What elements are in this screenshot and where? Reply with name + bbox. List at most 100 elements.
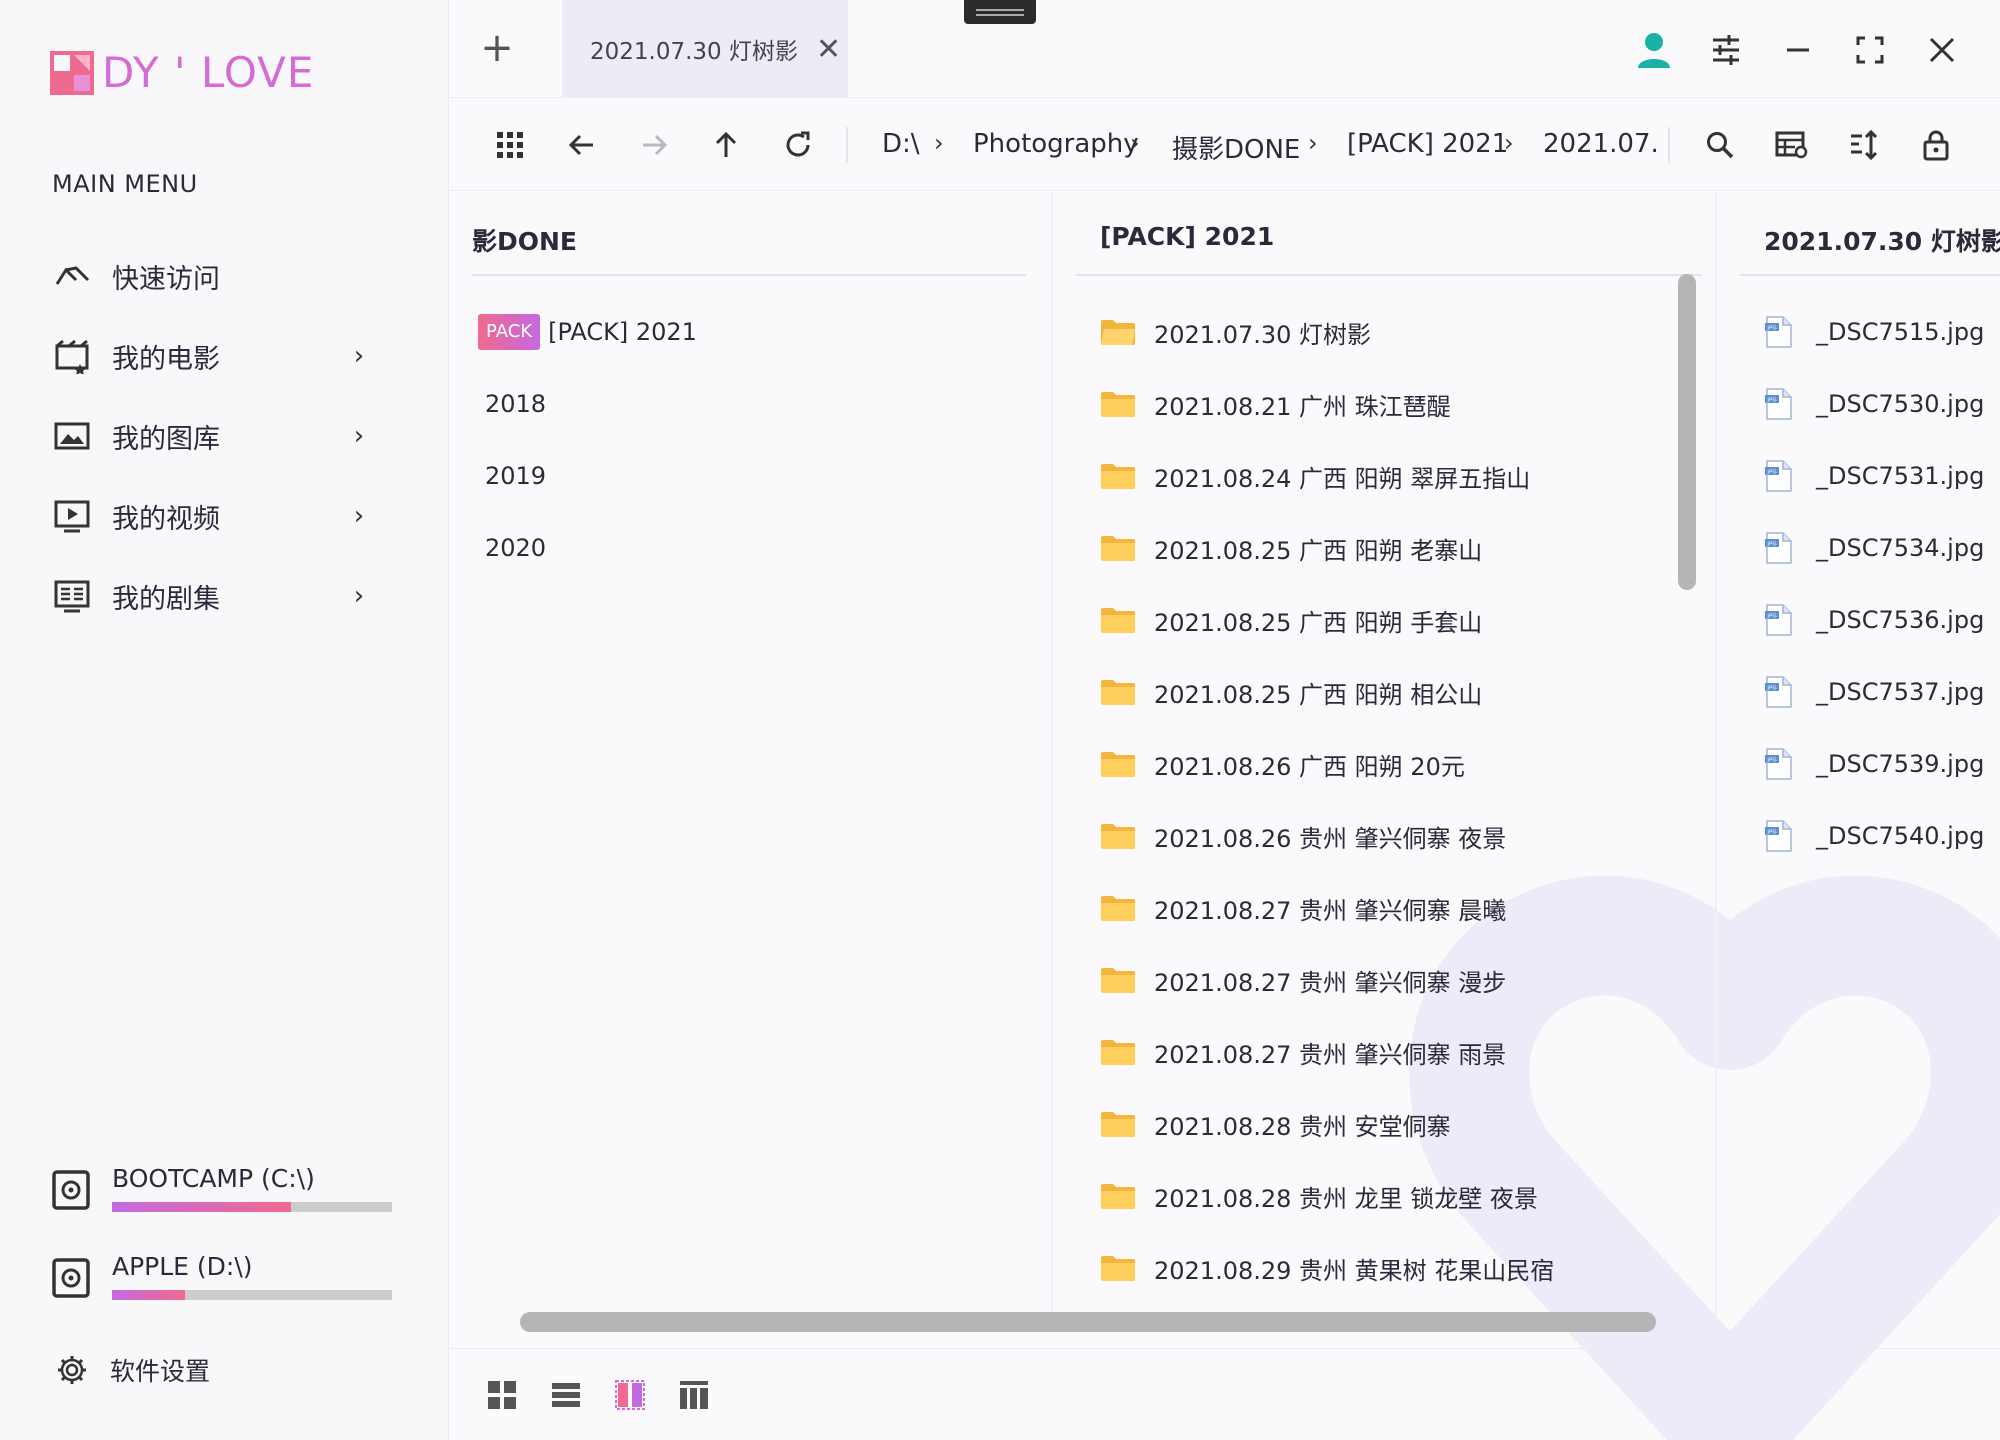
sliders-icon [1713,35,1739,65]
maximize-button[interactable] [1848,28,1892,72]
sidebar-item-videos[interactable]: 我的视频 › [0,476,449,556]
chevron-right-icon: › [1504,129,1514,157]
file-type-label: JPG [1766,326,1776,332]
breadcrumb-item[interactable]: 2021.07. [1543,129,1659,159]
sidebar-item-label: 快速访问 [112,263,220,295]
folder-row[interactable]: 2021.08.21 广州 珠江琶醍 [1100,376,1451,432]
grid-view-icon[interactable] [486,1379,518,1411]
folder-row[interactable]: 2021.08.25 广西 阳朔 手套山 [1100,592,1482,648]
logo-mark-icon [50,50,94,95]
folder-row[interactable]: 2021.08.28 贵州 龙里 锁龙壁 夜景 [1100,1168,1538,1224]
sort-button[interactable] [1842,123,1886,167]
sidebar-item-label: 我的剧集 [112,583,220,615]
folder-row[interactable]: 2021.08.25 广西 阳朔 老寨山 [1100,520,1482,576]
chevron-right-icon: › [353,421,365,451]
close-tab-icon[interactable]: ✕ [816,32,841,67]
folder-icon [1101,1112,1135,1137]
sidebar-item-quick-access[interactable]: 快速访问 [0,236,449,316]
folder-name: 2021.08.21 广州 珠江琶醍 [1154,392,1451,421]
folder-icon [1101,680,1135,705]
folder-row[interactable]: 2021.08.26 贵州 肇兴侗寨 夜景 [1100,808,1506,864]
chevron-right-icon: › [353,501,365,531]
close-window-button[interactable] [1920,28,1964,72]
drive-bootcamp[interactable]: BOOTCAMP (C:\) [52,1164,392,1234]
apps-button[interactable] [488,123,532,167]
list-item[interactable]: PACK [PACK] 2021 [478,304,697,360]
list-item-label: [PACK] 2021 [548,318,697,346]
gallery-view-icon[interactable] [678,1379,710,1411]
main-menu-title: MAIN MENU [52,170,198,198]
list-item[interactable]: 2020 [485,520,546,576]
search-button[interactable] [1698,123,1742,167]
minimize-button[interactable] [1776,28,1820,72]
column-header: 影DONE [472,227,578,256]
drag-handle[interactable] [964,0,1036,24]
forward-button[interactable] [632,123,676,167]
breadcrumb-item[interactable]: Photography [973,129,1139,159]
folder-row[interactable]: 2021.08.27 贵州 肇兴侗寨 雨景 [1100,1024,1506,1080]
toolbar: D:\ › Photography › 摄影DONE › [PACK] 2021… [450,99,2000,191]
file-type-label: JPG [1766,758,1776,764]
list-item-label: 2020 [485,534,547,562]
table-settings-icon [1775,131,1808,159]
folder-row[interactable]: 2021.08.27 贵州 肇兴侗寨 晨曦 [1100,880,1506,936]
breadcrumb-item[interactable]: D:\ [882,129,920,159]
drive-apple[interactable]: APPLE (D:\) [52,1252,392,1322]
file-row[interactable]: JPG _DSC7534.jpg [1762,520,1984,576]
jpg-file-icon: JPG [1765,532,1792,564]
folder-icon [1101,968,1135,993]
column-header: 2021.07.30 灯树影 [1764,227,2000,256]
file-row[interactable]: JPG _DSC7539.jpg [1762,736,1984,792]
horizontal-scrollbar[interactable] [520,1312,1656,1332]
column-view-icon[interactable] [614,1379,646,1411]
up-button[interactable] [704,123,748,167]
jpg-file-icon: JPG [1765,820,1792,852]
folder-row[interactable]: 2021.08.26 广西 阳朔 20元 [1100,736,1465,792]
list-item[interactable]: 2018 [485,376,546,432]
filter-settings-button[interactable] [1704,28,1748,72]
column-divider [1715,192,1717,1320]
folder-name: 2021.08.27 贵州 肇兴侗寨 雨景 [1154,1040,1507,1069]
gear-icon [58,1356,86,1384]
file-row[interactable]: JPG _DSC7531.jpg [1762,448,1984,504]
new-tab-button[interactable]: + [474,26,520,72]
vertical-scrollbar[interactable] [1678,274,1696,590]
folder-row[interactable]: 2021.08.28 贵州 安堂侗寨 [1100,1096,1451,1152]
column-header-divider [1740,274,2000,276]
sidebar-item-movies[interactable]: 我的电影 › [0,316,449,396]
file-type-label: JPG [1766,542,1776,548]
user-avatar-button[interactable] [1632,28,1676,72]
breadcrumb-item[interactable]: 摄影DONE [1172,129,1300,166]
folder-row[interactable]: 2021.08.29 贵州 黄果树 花果山民宿 [1100,1240,1554,1296]
file-name: _DSC7534.jpg [1816,534,1985,562]
tab-active[interactable]: 2021.07.30 灯树影 ✕ [562,0,848,98]
breadcrumb-item[interactable]: [PACK] 2021 [1347,129,1508,159]
series-icon [52,576,92,616]
folder-row[interactable]: 2021.07.30 灯树影 [1100,304,1371,360]
file-row[interactable]: JPG _DSC7537.jpg [1762,664,1984,720]
sidebar-item-series[interactable]: 我的剧集 › [0,556,449,636]
settings-button[interactable]: 软件设置 [56,1352,210,1388]
view-options-button[interactable] [1770,123,1814,167]
refresh-button[interactable] [776,123,820,167]
folder-row[interactable]: 2021.08.25 广西 阳朔 相公山 [1100,664,1482,720]
file-row[interactable]: JPG _DSC7536.jpg [1762,592,1984,648]
list-item[interactable]: 2019 [485,448,546,504]
list-view-icon[interactable] [550,1379,582,1411]
file-row[interactable]: JPG _DSC7540.jpg [1762,808,1984,864]
folder-row[interactable]: 2021.08.27 贵州 肇兴侗寨 漫步 [1100,952,1506,1008]
toolbar-separator [1668,127,1670,163]
sidebar-item-gallery[interactable]: 我的图库 › [0,396,449,476]
lock-button[interactable] [1914,123,1958,167]
view-mode-bar [450,1348,2000,1440]
folder-row[interactable]: 2021.08.24 广西 阳朔 翠屏五指山 [1100,448,1530,504]
drive-usage-bar [112,1290,392,1300]
drive-usage-bar [112,1202,392,1212]
folder-name: 2021.08.27 贵州 肇兴侗寨 漫步 [1154,968,1507,997]
back-button[interactable] [560,123,604,167]
file-row[interactable]: JPG _DSC7530.jpg [1762,376,1984,432]
file-row[interactable]: JPG _DSC7515.jpg [1762,304,1984,360]
chevron-right-icon: › [934,129,944,157]
main-nav: 快速访问 我的电影 › 我的图库 › 我的视频 › 我的剧集 › [0,236,449,636]
folder-icon [1101,824,1135,849]
